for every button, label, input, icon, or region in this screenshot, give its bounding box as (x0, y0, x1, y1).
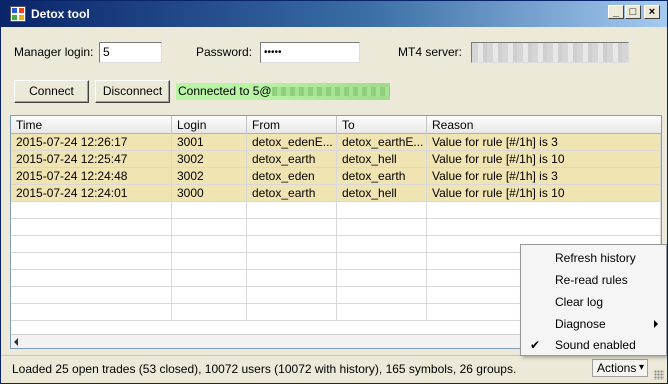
scroll-left-icon[interactable] (14, 338, 18, 346)
status-text: Loaded 25 open trades (53 closed), 10072… (12, 362, 517, 376)
window-title: Detox tool (31, 7, 90, 21)
disconnect-button[interactable]: Disconnect (95, 80, 170, 103)
manager-login-label: Manager login: (14, 45, 94, 59)
cell-time: 2015-07-24 12:24:48 (11, 168, 172, 185)
cell-to: detox_earth (337, 168, 427, 185)
connect-button[interactable]: Connect (14, 80, 89, 103)
cell-from: detox_eden (247, 168, 337, 185)
col-header-login[interactable]: Login (172, 116, 247, 134)
manager-login-field[interactable]: 5 (99, 42, 162, 63)
menu-item-label: Refresh history (555, 251, 636, 265)
cell-to: detox_earthE... (337, 134, 427, 151)
table-row[interactable]: 2015-07-24 12:24:01 3000 detox_earth det… (11, 185, 661, 202)
cell-time: 2015-07-24 12:26:17 (11, 134, 172, 151)
menu-item-sound-enabled[interactable]: ✔ Sound enabled (521, 334, 666, 356)
actions-menu: Refresh history Re-read rules Clear log … (520, 244, 667, 356)
cell-reason: Value for rule [#/1h] is 3 (427, 134, 661, 151)
checkmark-icon: ✔ (530, 338, 541, 352)
cell-login: 3000 (172, 185, 247, 202)
close-icon[interactable]: × (644, 5, 660, 19)
menu-item-diagnose[interactable]: Diagnose (521, 313, 666, 335)
col-header-from[interactable]: From (247, 116, 337, 134)
main-window: Detox tool _ □ × Manager login: 5 Passwo… (0, 0, 668, 384)
menu-item-refresh-history[interactable]: Refresh history (521, 247, 666, 269)
app-icon (10, 6, 26, 22)
menu-item-clear-log[interactable]: Clear log (521, 291, 666, 313)
col-header-to[interactable]: To (337, 116, 427, 134)
cell-time: 2015-07-24 12:24:01 (11, 185, 172, 202)
cell-from: detox_earth (247, 151, 337, 168)
empty-row (11, 219, 661, 236)
table-row[interactable]: 2015-07-24 12:25:47 3002 detox_earth det… (11, 151, 661, 168)
minimize-icon[interactable]: _ (608, 5, 624, 19)
cell-to: detox_hell (337, 151, 427, 168)
title-bar: Detox tool _ □ × (1, 1, 667, 27)
server-field[interactable] (471, 42, 629, 63)
table-row[interactable]: 2015-07-24 12:26:17 3001 detox_edenE... … (11, 134, 661, 151)
table-row[interactable]: 2015-07-24 12:24:48 3002 detox_eden deto… (11, 168, 661, 185)
menu-item-label: Clear log (555, 295, 604, 309)
connection-status: Connected to 5@ (176, 83, 390, 100)
submenu-arrow-icon (654, 320, 658, 328)
password-field[interactable]: ••••• (260, 42, 360, 63)
cell-from: detox_earth (247, 185, 337, 202)
actions-dropdown-button[interactable]: Actions ▾ (592, 359, 648, 377)
menu-item-label: Diagnose (555, 317, 606, 331)
cell-login: 3002 (172, 168, 247, 185)
resize-grip-icon[interactable] (654, 370, 664, 380)
cell-to: detox_hell (337, 185, 427, 202)
cell-from: detox_edenE... (247, 134, 337, 151)
cell-login: 3002 (172, 151, 247, 168)
connection-status-text: Connected to 5@ (178, 84, 272, 98)
server-label: MT4 server: (398, 45, 463, 59)
cell-reason: Value for rule [#/1h] is 10 (427, 185, 661, 202)
password-label: Password: (196, 45, 253, 59)
cell-time: 2015-07-24 12:25:47 (11, 151, 172, 168)
cell-reason: Value for rule [#/1h] is 10 (427, 151, 661, 168)
cell-reason: Value for rule [#/1h] is 3 (427, 168, 661, 185)
redacted-server (271, 87, 390, 97)
status-bar: Loaded 25 open trades (53 closed), 10072… (1, 355, 667, 383)
cell-login: 3001 (172, 134, 247, 151)
col-header-time[interactable]: Time (11, 116, 172, 134)
actions-label: Actions (597, 361, 637, 375)
menu-item-reread-rules[interactable]: Re-read rules (521, 269, 666, 291)
menu-item-label: Re-read rules (555, 273, 628, 287)
maximize-icon[interactable]: □ (625, 5, 641, 19)
menu-item-label: Sound enabled (555, 338, 636, 352)
empty-row (11, 202, 661, 219)
chevron-down-icon: ▾ (638, 362, 644, 373)
grid-header: Time Login From To Reason (11, 116, 661, 134)
col-header-reason[interactable]: Reason (427, 116, 661, 134)
